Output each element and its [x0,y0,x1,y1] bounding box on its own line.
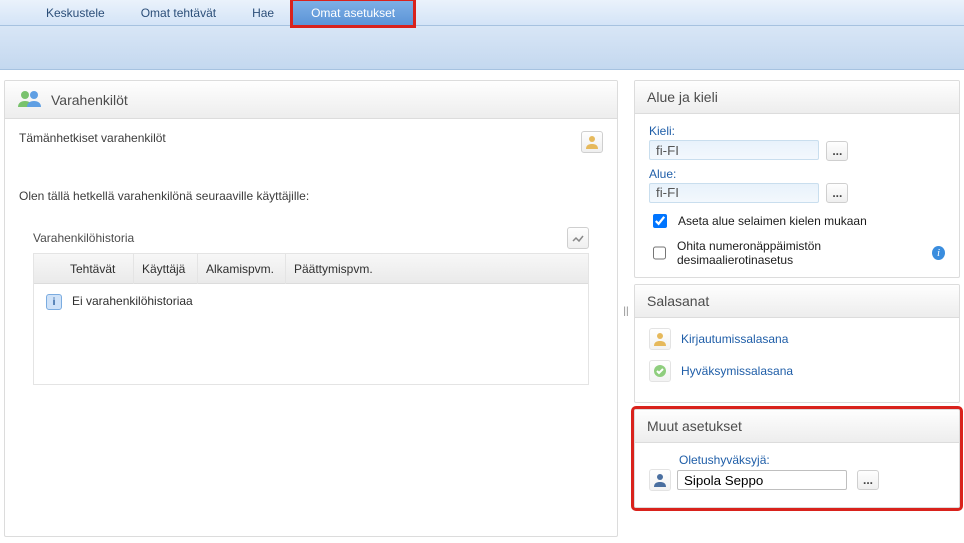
table-body: i Ei varahenkilöhistoriaa [34,284,588,384]
region-picker-button[interactable]: ... [826,183,848,203]
info-tooltip-icon[interactable]: i [932,246,945,260]
other-settings-header: Muut asetukset [635,410,959,443]
passwords-panel: Salasanat Kirjautumissalasana Hyväksymis… [634,284,960,403]
passwords-header: Salasanat [635,285,959,318]
approve-key-icon [649,360,671,382]
lang-picker-button[interactable]: ... [826,141,848,161]
table-header-row: Tehtävät Käyttäjä Alkamispvm. Päättymisp… [34,254,588,284]
substitutes-header: Varahenkilöt [5,81,617,119]
numpad-decimal-label: Ohita numeronäppäimistön desimaalierotin… [677,239,920,267]
table-header-start[interactable]: Alkamispvm. [198,254,286,284]
browser-locale-checkbox[interactable] [653,214,667,228]
passwords-title: Salasanat [647,293,709,309]
person-icon [649,469,671,491]
people-icon [17,89,43,110]
table-header-icon-col [34,254,62,284]
nav-item-discuss[interactable]: Keskustele [28,0,123,26]
locale-header: Alue ja kieli [635,81,959,114]
sub-toolbar [0,26,964,70]
locale-panel: Alue ja kieli Kieli: ... Alue: ... Aseta… [634,80,960,278]
current-substitutes-label: Tämänhetkiset varahenkilöt [19,131,603,145]
table-header-tasks[interactable]: Tehtävät [62,254,134,284]
panel-splitter[interactable]: || [624,80,628,543]
lang-input[interactable] [649,140,819,160]
substitutes-panel: Varahenkilöt Tämänhetkiset varahenkilöt … [4,80,618,537]
top-nav: Keskustele Omat tehtävät Hae Omat asetuk… [0,0,964,26]
info-icon: i [46,294,62,310]
history-action-button[interactable] [567,227,589,249]
content-area: Varahenkilöt Tämänhetkiset varahenkilöt … [0,70,964,543]
nav-item-search[interactable]: Hae [234,0,292,26]
lang-label: Kieli: [649,124,945,138]
region-input[interactable] [649,183,819,203]
login-password-link[interactable]: Kirjautumissalasana [649,328,945,350]
table-header-user[interactable]: Käyttäjä [134,254,198,284]
browser-locale-label: Aseta alue selaimen kielen mukaan [678,214,867,228]
numpad-decimal-checkbox[interactable] [653,246,666,260]
substitutes-title: Varahenkilöt [51,92,128,108]
other-settings-panel: Muut asetukset Oletushyväksyjä: ... [634,409,960,508]
key-icon [649,328,671,350]
table-header-end[interactable]: Päättymispvm. [286,254,588,284]
nav-item-settings[interactable]: Omat asetukset [292,0,414,26]
approver-picker-button[interactable]: ... [857,470,879,490]
nav-item-tasks[interactable]: Omat tehtävät [123,0,234,26]
approve-password-label: Hyväksymissalasana [681,364,793,378]
history-table: Tehtävät Käyttäjä Alkamispvm. Päättymisp… [33,253,589,385]
acting-for-label: Olen tällä hetkellä varahenkilönä seuraa… [19,189,603,203]
login-password-label: Kirjautumissalasana [681,332,788,346]
empty-history-msg: Ei varahenkilöhistoriaa [72,294,193,308]
locale-title: Alue ja kieli [647,89,718,105]
approve-password-link[interactable]: Hyväksymissalasana [649,360,945,382]
approver-input[interactable] [677,470,847,490]
add-substitute-button[interactable] [581,131,603,153]
region-label: Alue: [649,167,945,181]
other-settings-title: Muut asetukset [647,418,742,434]
history-label: Varahenkilöhistoria [33,231,134,245]
approver-label: Oletushyväksyjä: [679,453,945,467]
